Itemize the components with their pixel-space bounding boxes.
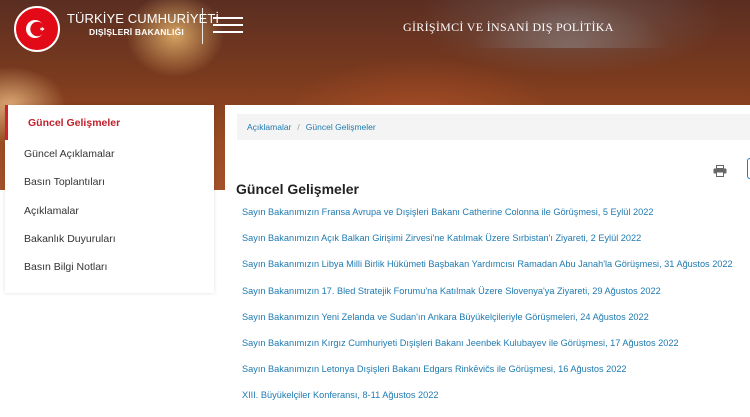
header-divider bbox=[202, 8, 203, 44]
breadcrumb-item-guncel-gelismeler[interactable]: Güncel Gelişmeler bbox=[306, 122, 376, 132]
news-item-link[interactable]: Sayın Bakanımızın Yeni Zelanda ve Sudan'… bbox=[242, 310, 733, 336]
news-item-link[interactable]: Sayın Bakanımızın Letonya Dışişleri Baka… bbox=[242, 362, 733, 388]
sidebar-item-basin-bilgi-notlari[interactable]: Basın Bilgi Notları bbox=[5, 253, 214, 281]
page-title: Güncel Gelişmeler bbox=[236, 181, 359, 197]
breadcrumb-separator: / bbox=[297, 122, 300, 132]
sidebar-item-bakanlik-duyurulari[interactable]: Bakanlık Duyuruları bbox=[5, 225, 214, 253]
crescent-star-seal-icon[interactable] bbox=[14, 6, 60, 52]
breadcrumb-item-aciklamalar[interactable]: Açıklamalar bbox=[247, 122, 291, 132]
sidebar-item-aciklamalar[interactable]: Açıklamalar bbox=[5, 197, 214, 225]
news-item-link[interactable]: Sayın Bakanımızın Libya Milli Birlik Hük… bbox=[242, 257, 733, 283]
news-list: Sayın Bakanımızın Fransa Avrupa ve Dışiş… bbox=[242, 205, 733, 415]
sidebar-item-guncel-aciklamalar[interactable]: Güncel Açıklamalar bbox=[5, 140, 214, 168]
news-item-link[interactable]: Sayın Bakanımızın 17. Bled Stratejik For… bbox=[242, 284, 733, 310]
brand-title[interactable]: TÜRKİYE CUMHURİYETİ bbox=[67, 11, 219, 26]
brand-subtitle[interactable]: DIŞİŞLERİ BAKANLIĞI bbox=[89, 27, 184, 37]
news-item-link[interactable]: Sayın Bakanımızın Fransa Avrupa ve Dışiş… bbox=[242, 205, 733, 231]
news-item-link[interactable]: Sayın Bakanımızın Açık Balkan Girişimi Z… bbox=[242, 231, 733, 257]
hamburger-menu-icon[interactable] bbox=[213, 14, 243, 36]
news-item-link[interactable]: Sayın Bakanımızın Kırgız Cumhuriyeti Dış… bbox=[242, 336, 733, 362]
news-item-link[interactable]: XIII. Büyükelçiler Konferansı, 8-11 Ağus… bbox=[242, 388, 733, 414]
sidebar-item-guncel-gelismeler[interactable]: Güncel Gelişmeler bbox=[5, 105, 214, 140]
header-tagline: GİRİŞİMCİ VE İNSANİ DIŞ POLİTİKA bbox=[403, 20, 614, 34]
breadcrumb: Açıklamalar / Güncel Gelişmeler bbox=[237, 114, 750, 140]
main-content: Açıklamalar / Güncel Gelişmeler Güncel G… bbox=[225, 105, 750, 417]
sidebar: Güncel Gelişmeler Güncel Açıklamalar Bas… bbox=[5, 105, 214, 293]
print-icon[interactable] bbox=[713, 164, 727, 177]
sidebar-item-basin-toplantilari[interactable]: Basın Toplantıları bbox=[5, 168, 214, 196]
